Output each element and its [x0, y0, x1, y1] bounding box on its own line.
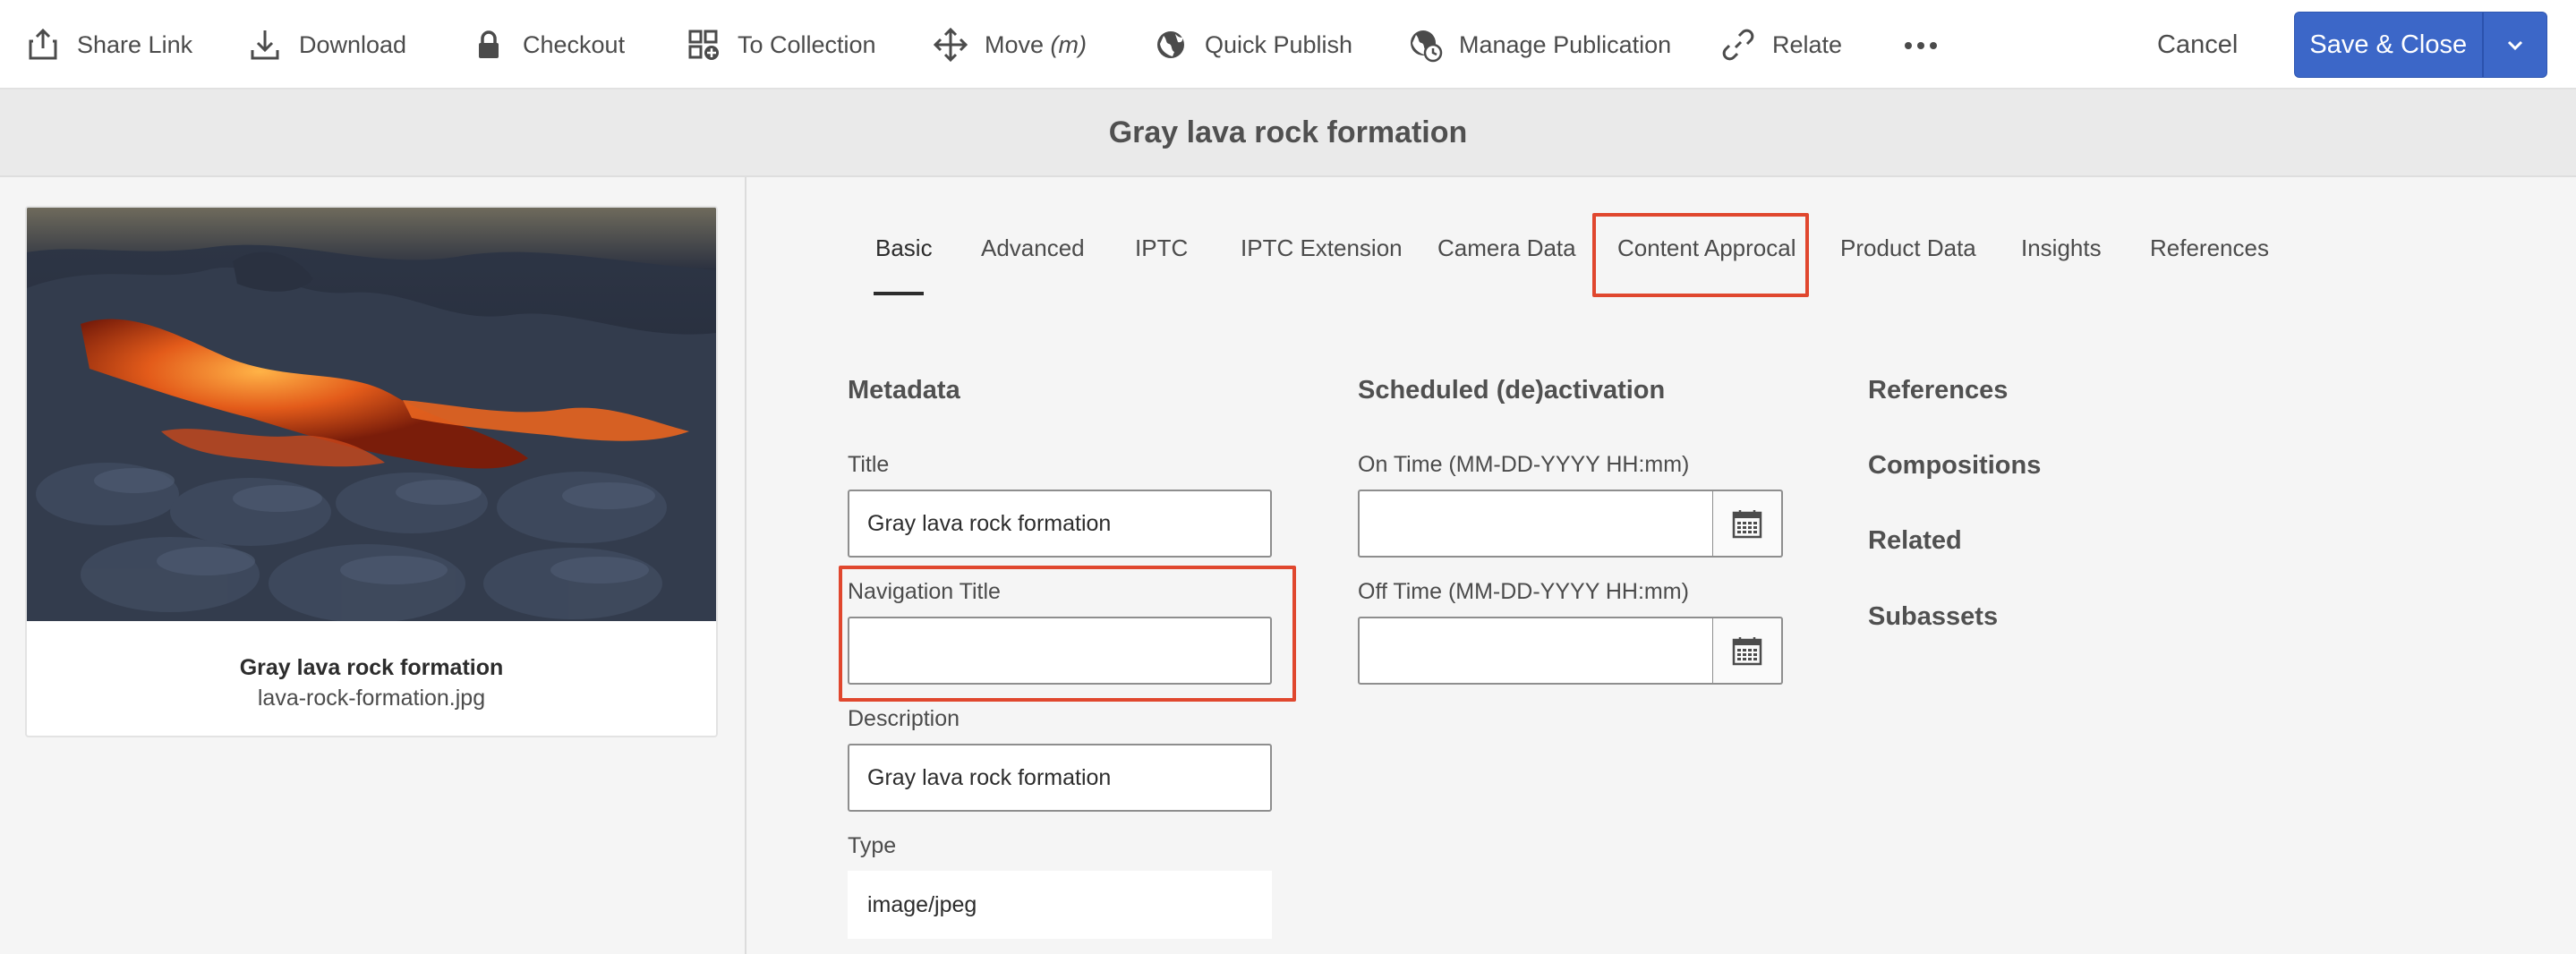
move-label: Move (m)	[985, 31, 1087, 59]
off-time-label: Off Time (MM-DD-YYYY HH:mm)	[1358, 579, 1689, 604]
tab-iptc[interactable]: IPTC	[1135, 234, 1188, 262]
tab-advanced[interactable]: Advanced	[981, 234, 1085, 262]
to-collection-button[interactable]: To Collection	[686, 21, 876, 68]
more-actions-icon[interactable]	[1905, 32, 1937, 59]
quick-publish-label: Quick Publish	[1205, 30, 1353, 58]
off-time-input[interactable]	[1358, 617, 1714, 685]
save-close-group: Save & Close	[2294, 12, 2547, 78]
save-close-button[interactable]: Save & Close	[2295, 13, 2482, 77]
link-icon	[1722, 29, 1754, 61]
tab-basic[interactable]: Basic	[875, 234, 933, 262]
asset-filename: lava-rock-formation.jpg	[257, 686, 486, 711]
collection-add-icon	[688, 30, 719, 60]
asset-card[interactable]: Gray lava rock formation lava-rock-forma…	[25, 206, 718, 737]
type-value: image/jpeg	[848, 871, 1272, 939]
compositions-link[interactable]: Compositions	[1868, 451, 2041, 481]
off-time-calendar-button[interactable]	[1713, 617, 1783, 685]
description-label: Description	[848, 706, 960, 731]
title-input[interactable]	[848, 490, 1272, 558]
chevron-down-icon	[2507, 40, 2522, 51]
relate-label: Relate	[1772, 30, 1843, 58]
move-button[interactable]: Move (m)	[933, 21, 1087, 68]
active-tab-indicator	[874, 292, 924, 295]
lock-icon	[479, 30, 499, 58]
globe-clock-icon	[1411, 30, 1443, 63]
share-link-button[interactable]: Share Link	[25, 21, 192, 68]
dot	[1917, 42, 1924, 49]
dot	[1930, 42, 1937, 49]
asset-name: Gray lava rock formation	[239, 655, 504, 680]
subassets-link[interactable]: Subassets	[1868, 602, 1998, 632]
share-link-label: Share Link	[77, 30, 193, 58]
cancel-button[interactable]: Cancel	[2157, 23, 2238, 66]
references-link[interactable]: References	[1868, 376, 2008, 405]
related-link[interactable]: Related	[1868, 526, 1962, 556]
metadata-heading: Metadata	[848, 376, 960, 405]
manage-publication-button[interactable]: Manage Publication	[1407, 21, 1671, 68]
globe-icon	[1157, 31, 1184, 58]
to-collection-label: To Collection	[738, 30, 876, 58]
navigation-title-input[interactable]	[848, 617, 1272, 685]
calendar-icon	[1732, 510, 1762, 539]
dot	[1905, 42, 1912, 49]
action-toolbar: Share Link Download Checkout To Collecti…	[0, 0, 2576, 89]
description-input[interactable]	[848, 744, 1272, 812]
manage-publication-label: Manage Publication	[1459, 30, 1672, 58]
checkout-button[interactable]: Checkout	[471, 21, 625, 68]
relate-button[interactable]: Relate	[1720, 21, 1842, 68]
move-shortcut: (m)	[1050, 30, 1088, 58]
tab-content-approcal[interactable]: Content Approcal	[1617, 234, 1796, 262]
on-time-input[interactable]	[1358, 490, 1714, 558]
tab-product-data[interactable]: Product Data	[1840, 234, 1976, 262]
download-label: Download	[299, 30, 407, 58]
tab-camera-data[interactable]: Camera Data	[1437, 234, 1576, 262]
scheduled-activation-heading: Scheduled (de)activation	[1358, 376, 1666, 405]
navigation-title-label: Navigation Title	[848, 579, 1001, 604]
download-icon	[251, 30, 279, 60]
title-bar: Gray lava rock formation	[0, 89, 2576, 177]
share-icon	[29, 28, 57, 60]
on-time-calendar-button[interactable]	[1713, 490, 1783, 558]
asset-thumbnail	[27, 208, 716, 621]
tab-iptc-extension[interactable]: IPTC Extension	[1241, 234, 1403, 262]
save-options-dropdown[interactable]	[2481, 13, 2547, 77]
calendar-icon	[1732, 637, 1762, 666]
asset-preview-panel: Gray lava rock formation lava-rock-forma…	[0, 177, 746, 954]
page-title: Gray lava rock formation	[1108, 115, 1468, 149]
quick-publish-button[interactable]: Quick Publish	[1153, 21, 1352, 68]
move-text: Move	[985, 30, 1045, 58]
download-button[interactable]: Download	[247, 21, 406, 68]
title-label: Title	[848, 452, 890, 477]
on-time-label: On Time (MM-DD-YYYY HH:mm)	[1358, 452, 1690, 477]
type-label: Type	[848, 833, 897, 858]
tab-references[interactable]: References	[2150, 234, 2269, 262]
tab-insights[interactable]: Insights	[2021, 234, 2102, 262]
move-arrows-icon	[933, 27, 968, 63]
checkout-label: Checkout	[523, 30, 626, 58]
